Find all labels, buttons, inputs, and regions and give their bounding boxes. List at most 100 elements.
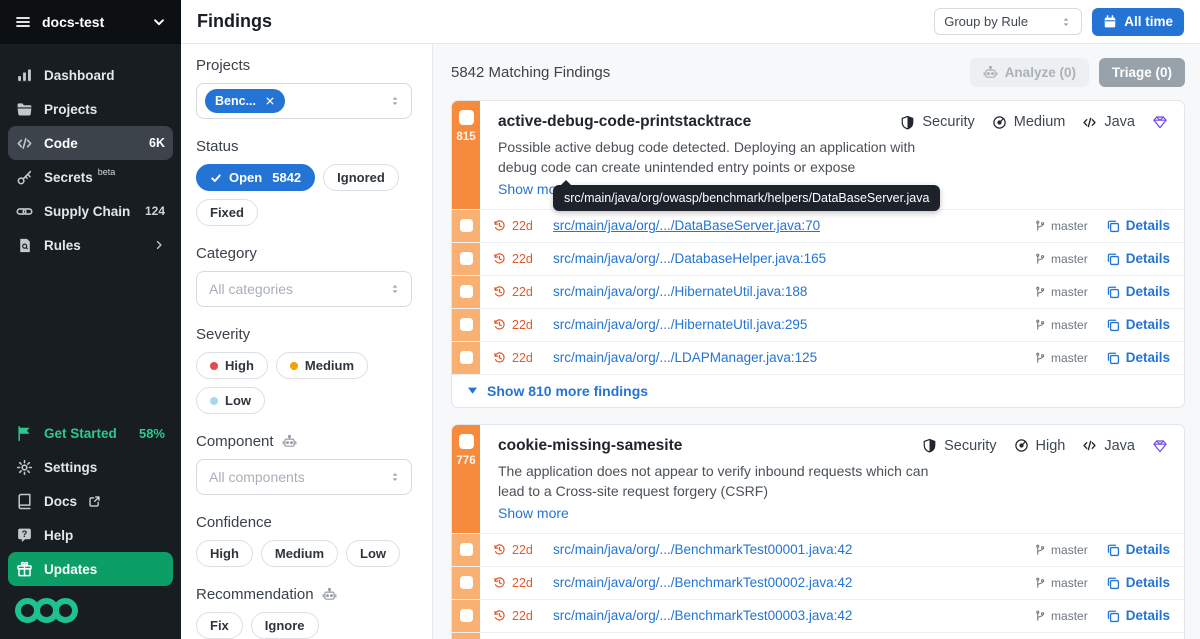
sidebar-item-dashboard[interactable]: Dashboard — [8, 58, 173, 92]
sidebar-item-code[interactable]: Code 6K — [8, 126, 173, 160]
finding-rows: 22d src/main/java/org/.../BenchmarkTest0… — [452, 533, 1184, 639]
details-link[interactable]: Details — [1106, 218, 1170, 233]
rule-name[interactable]: cookie-missing-samesite — [498, 437, 682, 455]
pro-rule-gem-icon[interactable] — [1152, 438, 1168, 454]
pro-rule-gem-icon[interactable] — [1152, 114, 1168, 130]
row-checkbox[interactable] — [460, 219, 473, 232]
chevron-right-icon — [153, 239, 165, 251]
severity-pill-medium[interactable]: Medium — [276, 352, 368, 379]
status-pill-ignored[interactable]: Ignored — [323, 164, 399, 191]
file-link[interactable]: src/main/java/org/.../HibernateUtil.java… — [553, 317, 807, 332]
component-select[interactable]: All components — [196, 459, 412, 495]
file-path-tooltip: src/main/java/org/owasp/benchmark/helper… — [553, 185, 940, 211]
finding-age: 22d — [493, 609, 545, 623]
close-icon[interactable] — [265, 96, 275, 106]
recommendation-filter-text: Recommendation — [196, 586, 314, 603]
severity-pill-low[interactable]: Low — [196, 387, 265, 414]
group-by-select[interactable]: Group by Rule — [934, 8, 1082, 35]
project-chip-label: Benc... — [215, 94, 256, 108]
confidence-pill-low[interactable]: Low — [346, 540, 400, 567]
row-checkbox[interactable] — [460, 318, 473, 331]
component-placeholder: All components — [205, 469, 305, 485]
sidebar-item-rules[interactable]: Rules — [8, 228, 173, 262]
finding-card-header: 776 cookie-missing-samesite Security Hig… — [452, 425, 1184, 533]
branch-icon — [1034, 319, 1046, 331]
finding-count: 815 — [456, 131, 475, 143]
details-link[interactable]: Details — [1106, 251, 1170, 266]
triage-button[interactable]: Triage (0) — [1099, 58, 1185, 87]
sidebar-item-docs[interactable]: Docs — [8, 484, 173, 518]
filters-panel: Projects Benc... Status Open 5842 I — [181, 44, 433, 639]
group-checkbox[interactable] — [459, 110, 474, 125]
file-link[interactable]: src/main/java/org/.../HibernateUtil.java… — [553, 284, 807, 299]
details-link[interactable]: Details — [1106, 284, 1170, 299]
sidebar-item-updates[interactable]: Updates — [8, 552, 173, 586]
details-link[interactable]: Details — [1106, 608, 1170, 623]
projects-select[interactable]: Benc... — [196, 83, 412, 119]
sidebar-item-settings[interactable]: Settings — [8, 450, 173, 484]
details-link[interactable]: Details — [1106, 542, 1170, 557]
details-link[interactable]: Details — [1106, 575, 1170, 590]
folder-icon — [16, 101, 33, 118]
file-link[interactable]: src/main/java/org/.../BenchmarkTest00001… — [553, 542, 852, 557]
confidence-pill-high[interactable]: High — [196, 540, 253, 567]
row-checkbox[interactable] — [460, 576, 473, 589]
file-link[interactable]: src/main/java/org/.../DatabaseHelper.jav… — [553, 251, 826, 266]
chevron-down-icon[interactable] — [152, 15, 166, 29]
details-icon — [1106, 285, 1120, 299]
details-link[interactable]: Details — [1106, 317, 1170, 332]
project-chip[interactable]: Benc... — [205, 89, 285, 113]
sidebar-item-help[interactable]: ? Help — [8, 518, 173, 552]
details-link[interactable]: Details — [1106, 350, 1170, 365]
recommendation-pill-fix[interactable]: Fix — [196, 612, 243, 639]
time-range-button[interactable]: All time — [1092, 8, 1184, 36]
file-link[interactable]: src/main/java/org/.../BenchmarkTest00003… — [553, 608, 852, 623]
severity-dot — [290, 362, 298, 370]
sidebar-header[interactable]: docs-test — [0, 0, 181, 44]
finding-age: 22d — [493, 318, 545, 332]
analyze-button[interactable]: Analyze (0) — [970, 58, 1089, 87]
row-checkbox[interactable] — [460, 285, 473, 298]
row-checkbox[interactable] — [460, 609, 473, 622]
shield-icon — [900, 115, 915, 130]
status-pill-fixed[interactable]: Fixed — [196, 199, 258, 226]
file-link[interactable]: src/main/java/org/.../DataBaseServer.jav… — [553, 218, 820, 233]
confidence-pill-medium[interactable]: Medium — [261, 540, 338, 567]
hamburger-icon[interactable] — [15, 14, 31, 30]
code-icon — [1082, 438, 1097, 453]
severity-pill-high[interactable]: High — [196, 352, 268, 379]
show-more-findings[interactable]: Show 810 more findings — [452, 374, 1184, 407]
status-pill-open[interactable]: Open 5842 — [196, 164, 315, 191]
finding-age: 22d — [493, 576, 545, 590]
finding-count: 776 — [456, 455, 475, 467]
sidebar-item-supply-chain[interactable]: Supply Chain 124 — [8, 194, 173, 228]
finding-card-active-debug-code-printstacktrace: 815 active-debug-code-printstacktrace Se… — [451, 100, 1185, 408]
category-filter-label: Category — [196, 245, 412, 262]
row-checkbox[interactable] — [460, 351, 473, 364]
language-tag[interactable]: Java — [1082, 438, 1135, 454]
group-checkbox[interactable] — [459, 434, 474, 449]
sidebar-item-get-started[interactable]: Get Started 58% — [8, 416, 173, 450]
severity-tag[interactable]: Medium — [992, 114, 1066, 130]
language-tag[interactable]: Java — [1082, 114, 1135, 130]
row-rail — [452, 567, 480, 599]
category-tag[interactable]: Security — [922, 438, 996, 454]
show-more-link[interactable]: Show more — [498, 505, 569, 521]
severity-tag[interactable]: High — [1014, 438, 1066, 454]
file-link[interactable]: src/main/java/org/.../LDAPManager.java:1… — [553, 350, 817, 365]
details-icon — [1106, 219, 1120, 233]
category-select[interactable]: All categories — [196, 271, 412, 307]
analyze-label: Analyze (0) — [1005, 65, 1076, 80]
row-checkbox[interactable] — [460, 543, 473, 556]
help-icon: ? — [16, 527, 33, 544]
row-checkbox[interactable] — [460, 252, 473, 265]
file-link[interactable]: src/main/java/org/.../BenchmarkTest00002… — [553, 575, 852, 590]
category-tag[interactable]: Security — [900, 114, 974, 130]
dashboard-icon — [16, 67, 33, 84]
top-header: Findings Group by Rule All time — [181, 0, 1200, 44]
severity-dot — [210, 397, 218, 405]
recommendation-pill-ignore[interactable]: Ignore — [251, 612, 319, 639]
rule-name[interactable]: active-debug-code-printstacktrace — [498, 113, 751, 131]
sidebar-item-projects[interactable]: Projects — [8, 92, 173, 126]
sidebar-item-secrets[interactable]: Secrets beta — [8, 160, 173, 194]
